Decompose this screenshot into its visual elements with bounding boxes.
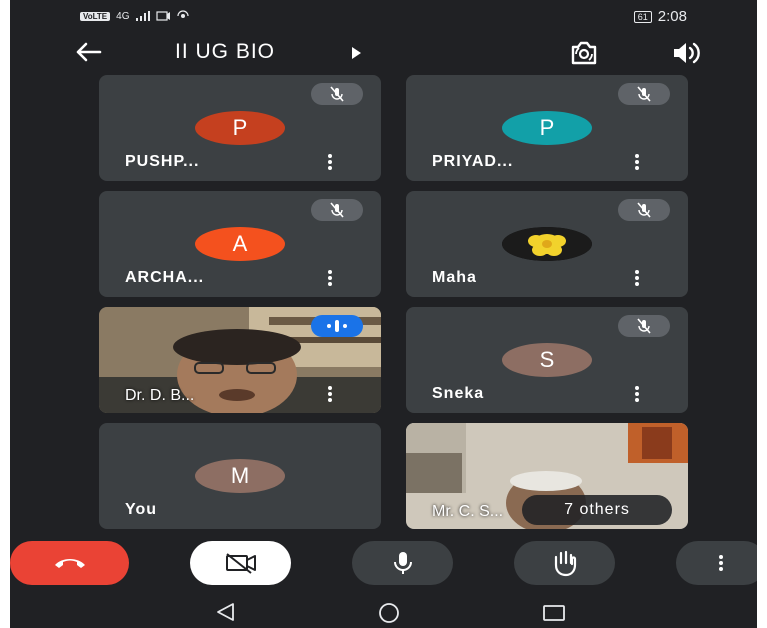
- participant-name: You: [125, 501, 158, 518]
- participant-tile[interactable]: Maha: [406, 191, 688, 297]
- nav-recents-icon[interactable]: [542, 604, 566, 622]
- mic-off-icon: [330, 202, 344, 218]
- end-call-button[interactable]: [10, 541, 129, 585]
- self-tile[interactable]: M You: [99, 423, 381, 529]
- more-vert-icon[interactable]: [634, 270, 640, 288]
- audio-level-icon: [327, 320, 347, 332]
- system-navigation-bar: [10, 596, 757, 628]
- hang-up-icon: [54, 559, 85, 568]
- volte-indicator: VoLTE: [80, 11, 111, 21]
- clock: 2:08: [657, 8, 687, 25]
- speaker-icon[interactable]: [670, 38, 702, 68]
- camera-toggle-button[interactable]: [190, 541, 291, 585]
- participant-name: ARCHA...: [125, 269, 205, 286]
- more-vert-icon[interactable]: [327, 154, 333, 172]
- mic-off-icon: [637, 318, 651, 334]
- more-vert-icon[interactable]: [327, 270, 333, 288]
- call-controls: [10, 541, 757, 587]
- mic-off-badge: [618, 199, 670, 221]
- signal-icon: [135, 11, 150, 21]
- raise-hand-button[interactable]: [514, 541, 615, 585]
- cast-icon: [155, 11, 170, 21]
- others-tile[interactable]: Mr. C. S... 7 others: [406, 423, 688, 529]
- participant-video-tile[interactable]: Dr. D. B...: [99, 307, 381, 413]
- mic-off-icon: [637, 202, 651, 218]
- wifi-hotspot-icon: [176, 10, 189, 18]
- avatar: P: [195, 111, 285, 145]
- speaking-indicator: [311, 315, 363, 337]
- status-bar: VoLTE 4G 61 2:08: [10, 0, 757, 34]
- more-options-button[interactable]: [676, 541, 757, 585]
- battery-indicator: 61: [633, 10, 652, 23]
- chevron-right-icon[interactable]: [350, 46, 362, 60]
- mic-off-badge: [311, 83, 363, 105]
- meeting-header: II UG BIO: [10, 36, 757, 70]
- microphone-button[interactable]: [352, 541, 453, 585]
- mic-off-badge: [618, 315, 670, 337]
- avatar: S: [502, 343, 592, 377]
- more-vert-icon[interactable]: [634, 386, 640, 404]
- participant-name: Mr. C. S...: [432, 503, 504, 520]
- participant-tile[interactable]: P PUSHP...: [99, 75, 381, 181]
- participant-tile[interactable]: S Sneka: [406, 307, 688, 413]
- mic-off-icon: [330, 86, 344, 102]
- nav-back-icon[interactable]: [215, 602, 237, 622]
- mic-off-icon: [637, 86, 651, 102]
- others-count-badge[interactable]: 7 others: [522, 495, 672, 525]
- meeting-title[interactable]: II UG BIO: [175, 40, 275, 64]
- participant-name: PUSHP...: [125, 153, 200, 170]
- network-type: 4G: [116, 10, 130, 22]
- mic-off-badge: [618, 83, 670, 105]
- meet-call-screen: VoLTE 4G 61 2:08 II UG BIO P PUSHP... P …: [10, 0, 757, 628]
- more-vert-icon[interactable]: [634, 154, 640, 172]
- avatar: M: [195, 459, 285, 493]
- avatar: P: [502, 111, 592, 145]
- hand-icon: [554, 550, 576, 577]
- participant-tile[interactable]: P PRIYAD...: [406, 75, 688, 181]
- avatar: A: [195, 227, 285, 261]
- nav-home-icon[interactable]: [378, 602, 400, 624]
- avatar-photo: [502, 227, 592, 261]
- video-off-icon: [225, 553, 256, 574]
- participant-name: Sneka: [432, 385, 485, 402]
- participant-name: Dr. D. B...: [125, 387, 195, 404]
- mic-off-badge: [311, 199, 363, 221]
- mic-icon: [393, 552, 412, 574]
- participant-tile[interactable]: A ARCHA...: [99, 191, 381, 297]
- more-vert-icon: [719, 555, 723, 571]
- back-arrow-icon[interactable]: [70, 36, 106, 68]
- participant-name: PRIYAD...: [432, 153, 514, 170]
- participant-name: Maha: [432, 269, 477, 286]
- more-vert-icon[interactable]: [327, 386, 333, 404]
- switch-camera-icon[interactable]: [566, 38, 602, 68]
